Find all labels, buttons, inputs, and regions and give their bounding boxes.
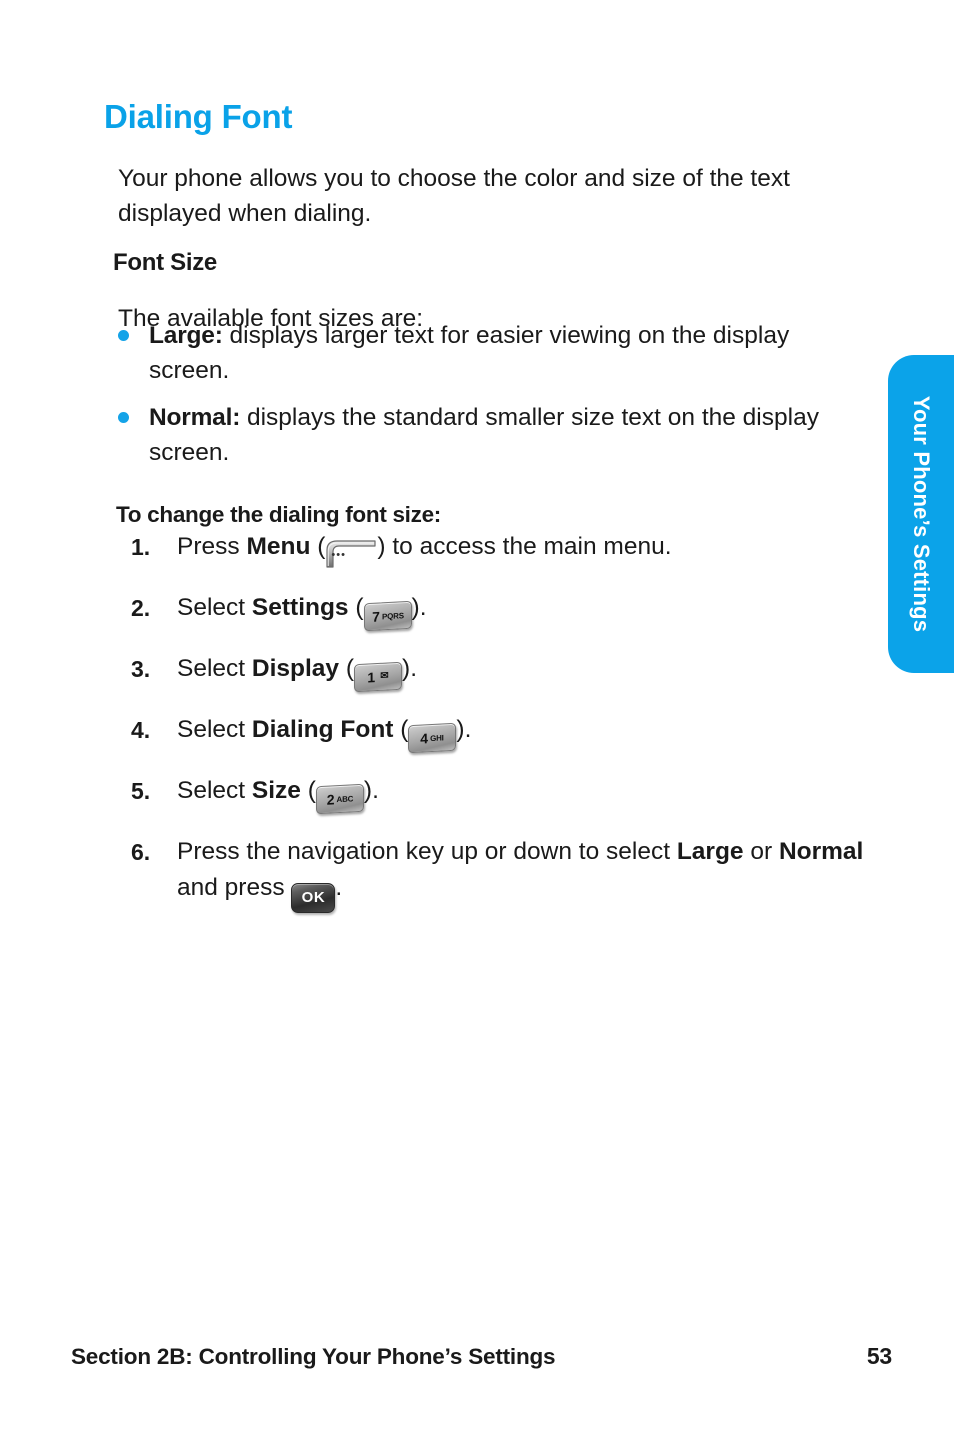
option-term: Large:: [149, 322, 223, 349]
intro-paragraph: Your phone allows you to choose the colo…: [118, 164, 790, 227]
list-item: 3. Select Display (1 ✉).: [131, 651, 891, 693]
key-7-pqrs-icon: 7 PQRS: [363, 596, 412, 632]
step-text-mid: (: [348, 594, 364, 621]
step-text-mid: (: [300, 777, 316, 804]
list-item: 6. Press the navigation key up or down t…: [131, 834, 891, 913]
menu-soft-key-icon: •••: [325, 535, 377, 571]
step-number: 2.: [131, 595, 151, 621]
step-text: Press the navigation key up or down to s…: [177, 834, 877, 913]
step-text-mid: (: [393, 716, 409, 743]
option-description: displays larger text for easier viewing …: [149, 322, 790, 384]
bullet-dot-icon: [118, 412, 129, 423]
key-letters: ABC: [336, 794, 354, 805]
step-number: 6.: [131, 839, 151, 865]
soft-key-dots: •••: [331, 549, 346, 561]
step-number: 4.: [131, 717, 151, 743]
step-text-mid: (: [310, 533, 326, 560]
step-emphasis: Display: [251, 655, 340, 682]
list-item: 1. Press Menu (•••) to access the main…: [131, 529, 891, 571]
step-number: 5.: [131, 778, 151, 804]
key-digit: 7: [371, 608, 380, 625]
section-side-tab: Your Phone’s Settings: [888, 355, 954, 673]
list-item: Large: displays larger text for easier v…: [118, 318, 878, 388]
step-text-after: ).: [402, 655, 417, 682]
step-text-mid: or: [743, 838, 779, 865]
step-text-before: Select: [177, 716, 252, 743]
step-emphasis: Size: [251, 777, 301, 804]
key-1-voicemail-icon: 1 ✉: [354, 657, 403, 693]
list-item: 4. Select Dialing Font (4 GHI).: [131, 712, 891, 754]
page-title: Dialing Font: [104, 98, 293, 136]
font-size-heading: Font Size: [113, 248, 217, 276]
key-letters: GHI: [430, 733, 445, 744]
step-text-mid-2: and press: [177, 874, 292, 901]
procedure-steps: 1. Press Menu (•••) to access the main…: [131, 529, 891, 932]
key-digit: 4: [420, 730, 429, 747]
option-term: Normal:: [149, 404, 241, 431]
step-text-before: Select: [177, 777, 252, 804]
step-text: Select Display (1 ✉).: [177, 651, 877, 693]
step-emphasis: Large: [676, 838, 744, 865]
step-emphasis: Menu: [246, 533, 311, 560]
bullet-dot-icon: [118, 330, 129, 341]
step-text: Select Dialing Font (4 GHI).: [177, 712, 877, 754]
option-description: displays the standard smaller size text …: [149, 404, 819, 466]
step-text-after: ).: [411, 594, 427, 621]
step-number: 1.: [131, 534, 151, 560]
step-emphasis: Dialing Font: [251, 716, 394, 743]
list-item: 5. Select Size (2 ABC).: [131, 773, 891, 815]
step-number: 3.: [131, 656, 151, 682]
step-text-before: Press: [177, 533, 247, 560]
step-text-before: Select: [177, 594, 252, 621]
step-text-after: .: [335, 874, 343, 901]
section-side-tab-label: Your Phone’s Settings: [909, 395, 934, 633]
ok-key-icon: OK: [291, 883, 336, 913]
step-text: Select Settings (7 PQRS).: [177, 590, 877, 632]
step-text-before: Select: [177, 655, 252, 682]
list-item-text: Normal: displays the standard smaller si…: [149, 400, 859, 470]
step-emphasis: Settings: [251, 594, 349, 621]
manual-page: Dialing Font Your phone allows you to ch…: [0, 0, 954, 1431]
procedure-heading: To change the dialing font size:: [116, 501, 441, 527]
list-item: 2. Select Settings (7 PQRS).: [131, 590, 891, 632]
footer-section-title: Section 2B: Controlling Your Phone’s Set…: [71, 1344, 556, 1369]
step-text: Press Menu (•••) to access the main me…: [177, 529, 877, 571]
step-text-after: ).: [363, 777, 379, 804]
key-2-abc-icon: 2 ABC: [315, 779, 364, 815]
footer-page-number: 53: [866, 1343, 892, 1369]
page-footer: Section 2B: Controlling Your Phone’s Set…: [71, 1343, 892, 1370]
list-item: Normal: displays the standard smaller si…: [118, 400, 878, 470]
step-text-after: ).: [456, 716, 472, 743]
key-letters: PQRS: [381, 611, 404, 622]
list-item-text: Large: displays larger text for easier v…: [149, 318, 859, 388]
envelope-icon: ✉: [380, 670, 389, 682]
step-text: Select Size (2 ABC).: [177, 773, 877, 815]
step-text-before: Press the navigation key up or down to s…: [177, 838, 677, 865]
key-4-ghi-icon: 4 GHI: [408, 718, 457, 754]
font-size-options-list: Large: displays larger text for easier v…: [118, 318, 878, 482]
step-text-mid: (: [339, 655, 355, 682]
key-digit: 2: [326, 791, 335, 808]
key-digit: 1: [367, 669, 376, 686]
step-text-after: ) to access the main menu.: [377, 533, 672, 560]
step-emphasis-2: Normal: [778, 838, 864, 865]
